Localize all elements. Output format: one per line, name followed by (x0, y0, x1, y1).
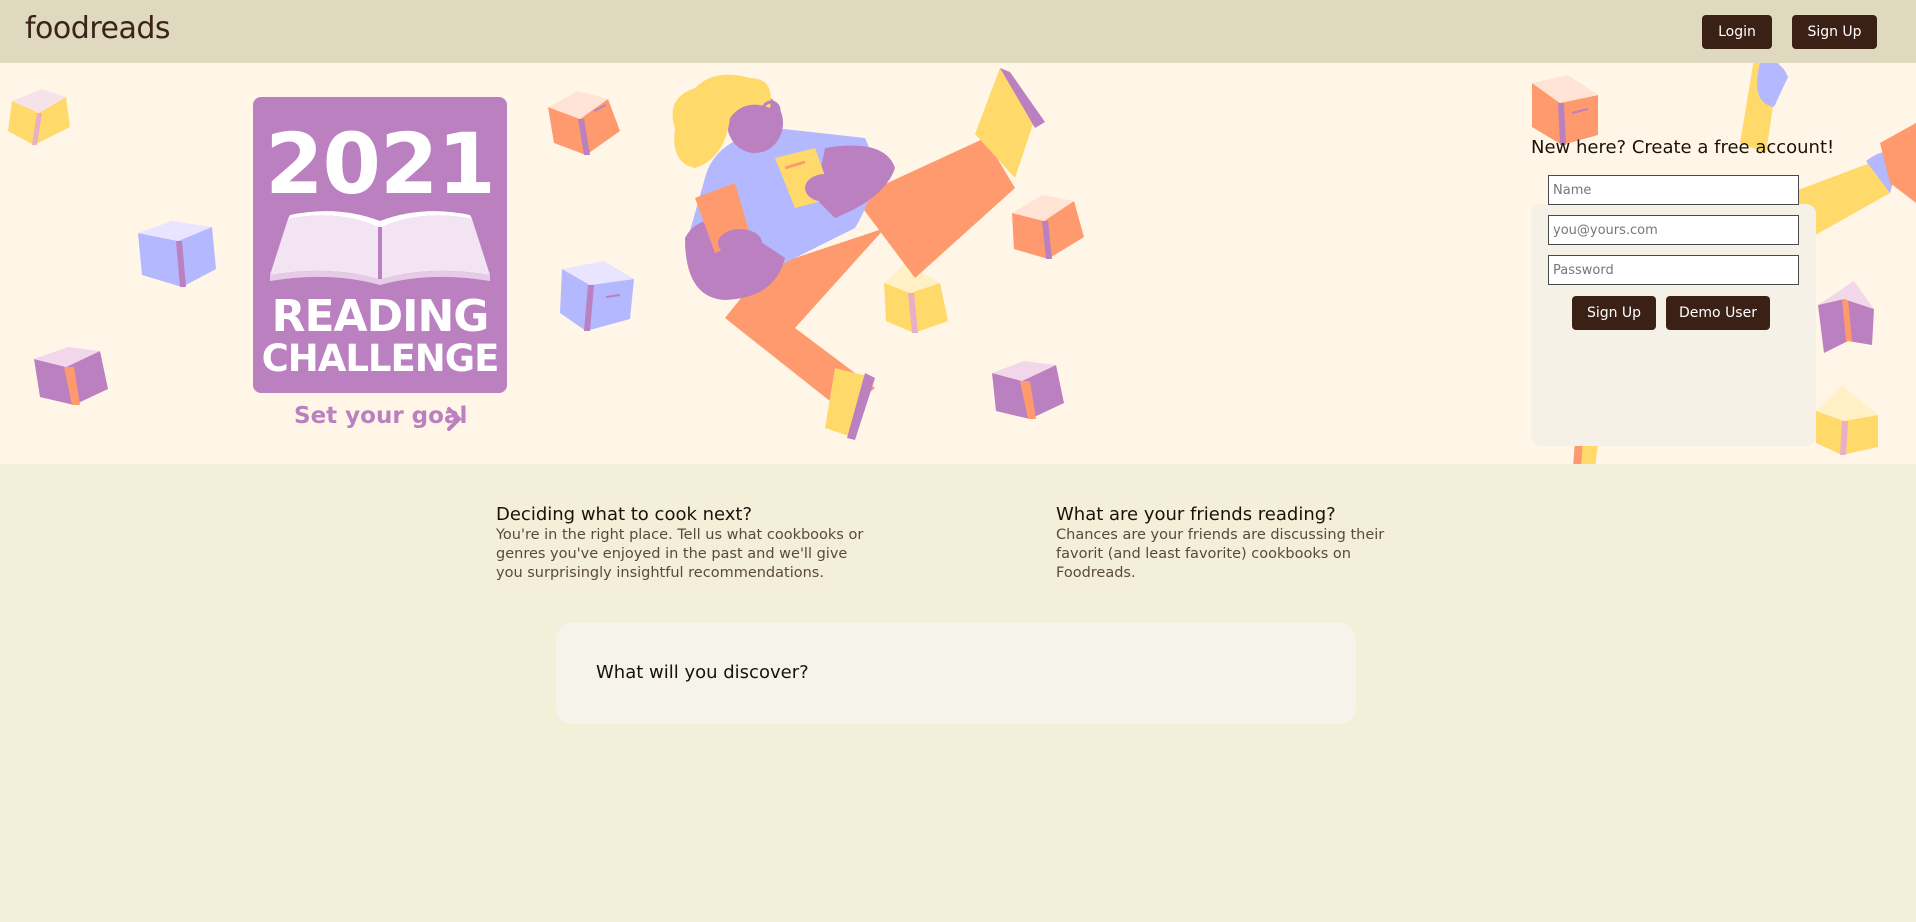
feature-text-friends: Chances are your friends are discussing … (1056, 527, 1385, 581)
flying-book-icon (138, 221, 216, 287)
flying-book-icon (560, 261, 634, 331)
open-book-icon (270, 211, 490, 285)
name-field[interactable] (1548, 175, 1799, 205)
reader-illustration (672, 68, 1045, 440)
flying-book-icon (548, 91, 620, 155)
feature-text-cook: You're in the right place. Tell us what … (496, 527, 864, 581)
discover-title: What will you discover? (596, 662, 809, 683)
flying-book-icon (1818, 281, 1874, 353)
flying-book-icon (1816, 385, 1878, 455)
nav-signup-button[interactable]: Sign Up (1792, 15, 1877, 49)
email-field[interactable] (1548, 215, 1799, 245)
badge-year: 2021 (265, 115, 496, 213)
signup-title: New here? Create a free account! (1531, 137, 1835, 158)
password-field[interactable] (1548, 255, 1799, 285)
discover-card: What will you discover? (556, 623, 1356, 724)
reading-challenge-badge[interactable]: 2021 READING CHALLENGE (253, 97, 507, 393)
feature-title-friends: What are your friends reading? (1056, 504, 1336, 525)
badge-line-reading: READING (271, 291, 490, 342)
card-signup-button[interactable]: Sign Up (1572, 296, 1656, 330)
flying-book-icon (34, 347, 108, 405)
top-navbar: foodreads Login Sign Up (0, 0, 1916, 63)
flying-book-icon (8, 89, 70, 145)
demo-user-button[interactable]: Demo User (1666, 296, 1770, 330)
feature-title-cook: Deciding what to cook next? (496, 504, 753, 525)
badge-line-challenge: CHALLENGE (261, 337, 500, 380)
site-logo[interactable]: foodreads (25, 11, 171, 46)
login-button[interactable]: Login (1702, 15, 1772, 49)
set-goal-link[interactable]: Set your goal (294, 403, 467, 429)
chevron-right-icon[interactable] (445, 406, 463, 432)
